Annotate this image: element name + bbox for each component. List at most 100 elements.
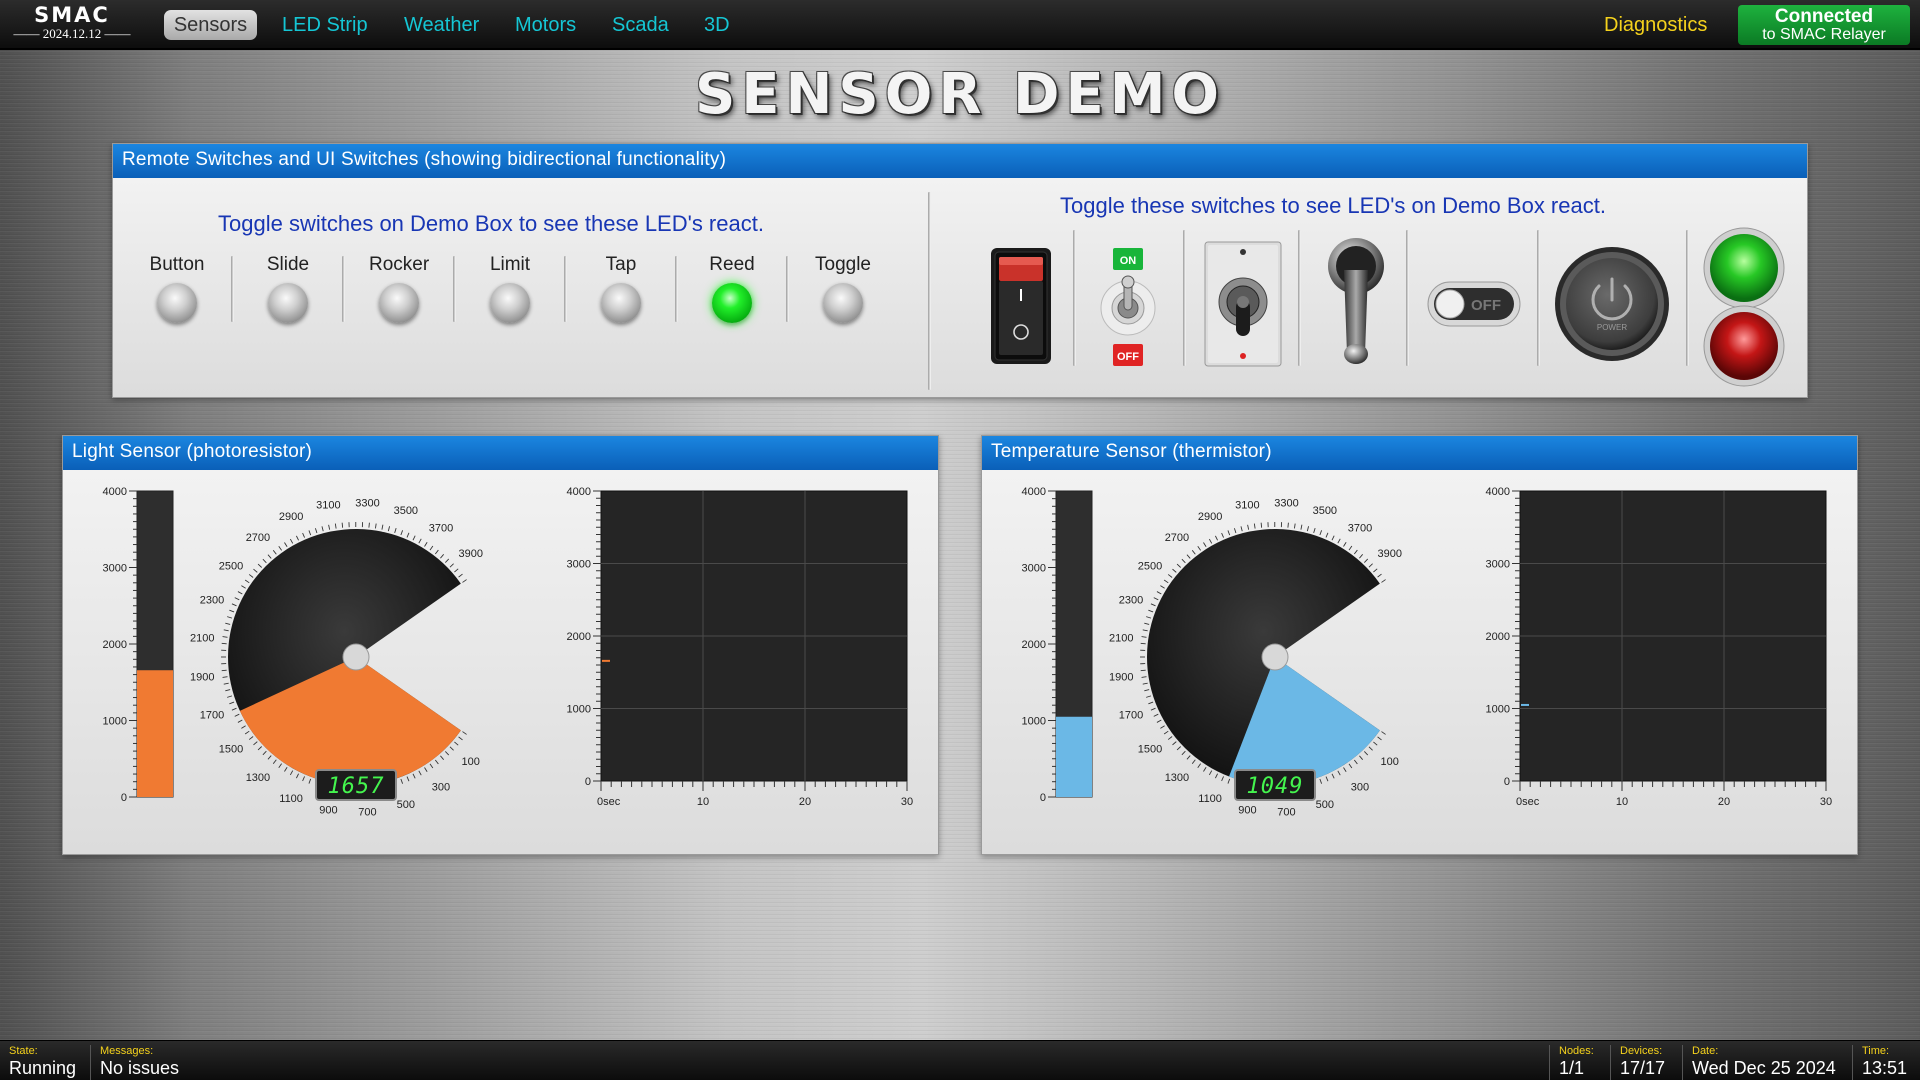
- gauge-tick: [241, 725, 246, 729]
- nav-motors[interactable]: Motors: [515, 10, 576, 40]
- gauge-tick: [225, 689, 231, 692]
- gauge-tick: [1368, 563, 1373, 568]
- led-label: Limit: [489, 254, 531, 275]
- gauge-tick-label: 1100: [1198, 793, 1222, 805]
- red-push-button[interactable]: [1703, 305, 1785, 387]
- section-divider: [928, 192, 931, 390]
- divider: [1183, 230, 1186, 366]
- svg-text:OFF: OFF: [1471, 297, 1501, 314]
- gauge-tick: [1148, 701, 1154, 705]
- divider: [342, 256, 345, 322]
- logo-text: SMAC: [34, 3, 110, 27]
- status-state-value: Running: [9, 1058, 77, 1078]
- gauge-tick: [387, 526, 391, 532]
- digital-readout: 1049: [1247, 774, 1304, 799]
- nav-weather[interactable]: Weather: [404, 10, 479, 40]
- gauge-tick: [418, 770, 422, 776]
- gauge-tick: [1363, 558, 1369, 563]
- gauge-tick: [1368, 746, 1373, 751]
- gauge-tick-label: 2300: [1119, 595, 1143, 607]
- gauge-tick: [381, 524, 384, 530]
- gauge-tick: [412, 773, 416, 779]
- chart-y-tick-label: 3000: [567, 559, 591, 571]
- led-label: Rocker: [369, 254, 430, 275]
- smac-logo[interactable]: SMAC —— 2024.12.12 ——: [8, 4, 136, 46]
- divider: [1298, 230, 1301, 366]
- gauge-tick: [1203, 542, 1207, 547]
- status-devices-label: Devices:: [1620, 1045, 1663, 1057]
- gauge-tick: [302, 776, 305, 782]
- chart-x-tick-label: 0sec: [597, 796, 621, 808]
- led-reed: Reed: [702, 253, 762, 323]
- chart-y-tick-label: 0: [585, 776, 591, 788]
- gauge-tick: [1381, 579, 1386, 583]
- gauge-tick: [1337, 770, 1341, 776]
- gauge-tick: [278, 763, 282, 768]
- gauge-tick: [237, 719, 243, 723]
- nav-scada[interactable]: Scada: [612, 10, 669, 40]
- page-title: SENSOR DEMO: [694, 62, 1226, 127]
- status-nodes-value: 1/1: [1559, 1058, 1585, 1078]
- gauge-tick: [1153, 597, 1159, 601]
- level-bar-tick-label: 1000: [103, 716, 127, 728]
- chart-x-tick-label: 30: [1820, 796, 1832, 808]
- chart-x-tick-label: 10: [697, 796, 709, 808]
- status-messages: Messages: No issues: [100, 1045, 179, 1080]
- status-messages-label: Messages:: [100, 1045, 154, 1057]
- gauge-tick: [1150, 707, 1156, 711]
- gauge-tick: [1181, 558, 1186, 564]
- slider-toggle-switch[interactable]: OFF: [1426, 280, 1522, 328]
- level-bar-tick-label: 1000: [1022, 716, 1046, 728]
- switches-panel-title: Remote Switches and UI Switches (showing…: [113, 144, 1807, 178]
- led-rocker: Rocker: [369, 253, 429, 323]
- power-button[interactable]: POWER: [1554, 246, 1670, 362]
- light-sensor-title: Light Sensor (photoresistor): [63, 436, 938, 470]
- gauge-tick: [458, 736, 463, 741]
- gauge-tick: [440, 554, 445, 559]
- gauge-tick: [272, 550, 277, 555]
- status-state: State: Running: [9, 1045, 76, 1080]
- gauge-tick: [394, 527, 397, 534]
- gauge-tick: [1313, 527, 1316, 534]
- status-date-value: Wed Dec 25 2024: [1692, 1058, 1836, 1078]
- gauge-tick: [1337, 538, 1341, 544]
- gauge-tick: [1343, 542, 1347, 547]
- gauge-tick-label: 1300: [246, 772, 270, 784]
- gauge-tick: [1146, 616, 1152, 619]
- nav-led-strip[interactable]: LED Strip: [282, 10, 368, 40]
- gauge-tick: [400, 778, 404, 784]
- gauge-tick-label: 3500: [1313, 505, 1337, 517]
- gauge-tick: [1353, 549, 1358, 555]
- divider: [1610, 1045, 1611, 1080]
- gauge-tick: [434, 549, 439, 555]
- gauge-tick: [1203, 767, 1207, 772]
- chart-y-tick-label: 3000: [1486, 559, 1510, 571]
- gauge-tick: [314, 528, 318, 534]
- connection-status-badge[interactable]: Connected to SMAC Relayer: [1738, 5, 1910, 45]
- green-push-button[interactable]: [1703, 227, 1785, 309]
- gauge-tick-label: 100: [462, 756, 480, 768]
- gauge-tick: [308, 778, 312, 784]
- bat-toggle-switch[interactable]: [1203, 240, 1283, 368]
- gauge-tick: [244, 579, 250, 584]
- on-off-toggle-switch[interactable]: ON OFF: [1099, 246, 1157, 370]
- led-tap: Tap: [591, 253, 651, 323]
- gauge-tick-label: 3300: [1274, 497, 1298, 509]
- rocker-switch[interactable]: [990, 247, 1052, 365]
- gauge-tick: [1348, 763, 1353, 769]
- gauge-tick: [458, 573, 463, 578]
- nav-sensors[interactable]: Sensors: [164, 10, 257, 40]
- lever-switch[interactable]: [1318, 236, 1394, 370]
- gauge-tick: [1331, 535, 1335, 541]
- gauge-tick: [257, 746, 263, 751]
- gauge-tick: [449, 563, 454, 568]
- gauge-tick: [1359, 554, 1364, 559]
- nav-3d[interactable]: 3D: [704, 10, 730, 40]
- status-time-value: 13:51: [1862, 1058, 1908, 1078]
- gauge-tick: [229, 609, 235, 613]
- gauge-tick: [1142, 682, 1148, 685]
- gauge-tick-label: 2700: [1165, 532, 1189, 544]
- gauge-tick: [244, 730, 250, 735]
- diagnostics-link[interactable]: Diagnostics: [1604, 12, 1707, 38]
- gauge-tick-label: 2300: [200, 595, 224, 607]
